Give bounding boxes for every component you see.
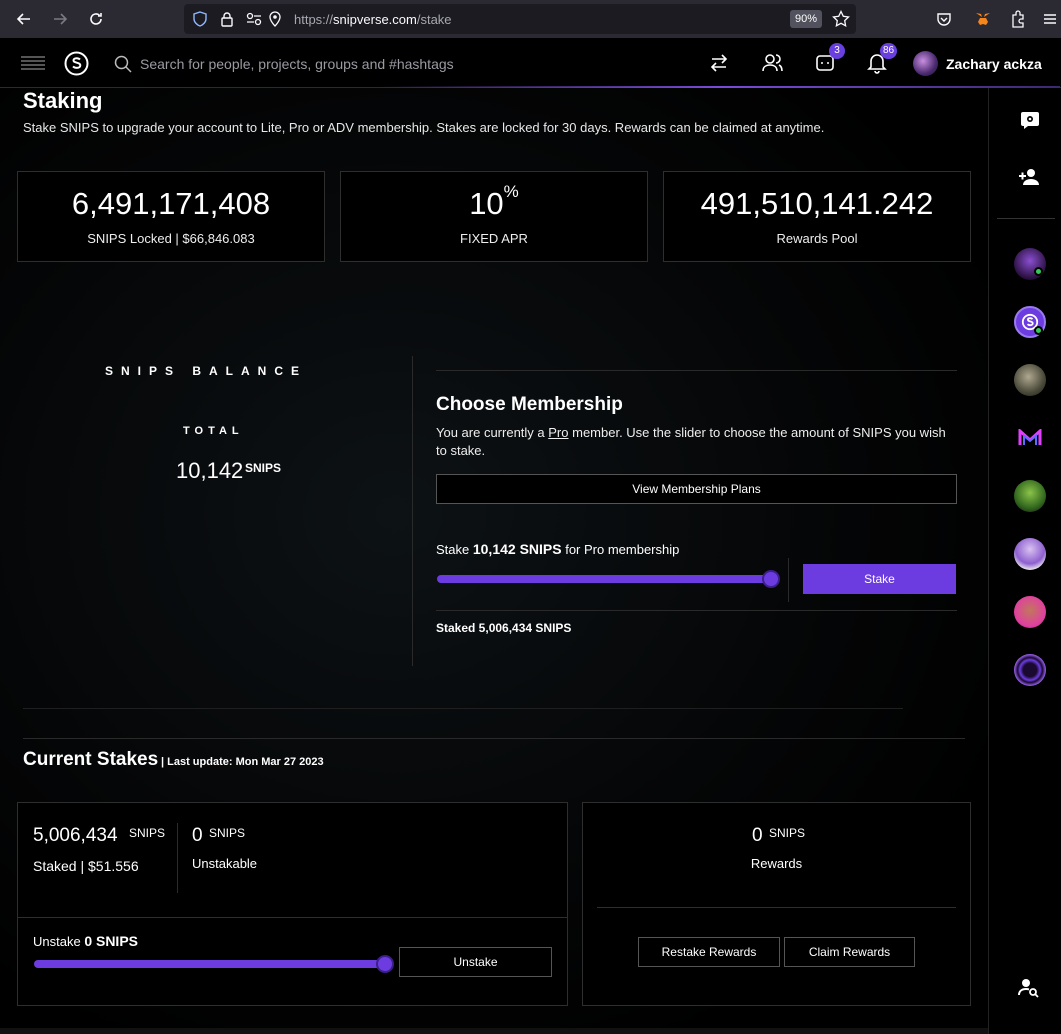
balance-total-label: TOTAL — [183, 425, 244, 437]
rewards-unit: SNIPS — [769, 826, 806, 840]
last-update: | Last update: Mon Mar 27 2023 — [161, 756, 324, 768]
next-section-peek — [0, 1028, 988, 1034]
divider — [412, 356, 413, 666]
metamask-icon[interactable] — [974, 10, 992, 28]
zoom-level[interactable]: 90% — [789, 10, 822, 28]
user-name[interactable]: Zachary ackza — [946, 56, 1042, 72]
divider — [436, 610, 957, 611]
browser-toolbar: https://snipverse.com/stake 90% — [0, 0, 1061, 38]
unstake-slider-track[interactable] — [34, 960, 385, 968]
search-input[interactable]: Search for people, projects, groups and … — [140, 56, 454, 72]
people-icon[interactable] — [761, 52, 783, 74]
membership-title: Choose Membership — [436, 394, 623, 415]
contact-avatar[interactable] — [1014, 596, 1046, 628]
stat-value: 6,491,171,408 — [71, 186, 271, 221]
hamburger-icon[interactable] — [21, 56, 45, 70]
current-stakes-title: Current Stakes — [23, 749, 159, 770]
messages-badge: 3 — [829, 43, 845, 59]
add-user-icon[interactable] — [1018, 168, 1042, 186]
divider — [177, 823, 178, 893]
stat-label: FIXED APR — [460, 231, 528, 246]
stat-card-apr: 10% FIXED APR — [340, 171, 648, 262]
staked-amount: Staked 5,006,434 SNIPS — [436, 621, 572, 635]
divider — [23, 738, 965, 739]
staked-value: 5,006,434 — [33, 825, 118, 846]
contact-avatar[interactable] — [1014, 248, 1046, 280]
main-content: Staking Stake SNIPS to upgrade your acco… — [0, 88, 988, 1034]
stat-value: 491,510,141.242 — [700, 186, 934, 221]
contact-avatar[interactable] — [1014, 364, 1046, 396]
contact-avatar[interactable] — [1014, 654, 1046, 686]
page-subtitle: Stake SNIPS to upgrade your account to L… — [23, 120, 825, 135]
divider — [597, 907, 956, 908]
reload-icon[interactable] — [84, 7, 108, 31]
stake-slider-knob[interactable] — [762, 570, 780, 588]
chat-settings-icon[interactable] — [1020, 110, 1040, 130]
notifications-badge: 86 — [880, 43, 898, 59]
contact-avatar[interactable] — [1014, 538, 1046, 570]
url-text: https://snipverse.com/stake — [294, 12, 452, 27]
view-plans-button[interactable]: View Membership Plans — [436, 474, 957, 504]
unstakable-label: Unstakable — [192, 856, 258, 871]
unstake-button[interactable]: Unstake — [399, 947, 552, 977]
location-icon[interactable] — [268, 11, 282, 27]
balance-title: SNIPS BALANCE — [105, 364, 308, 378]
search-icon — [114, 55, 132, 73]
rewards-value: 0 — [752, 825, 763, 846]
extensions-icon[interactable] — [1010, 10, 1026, 28]
forward-icon[interactable] — [48, 7, 72, 31]
find-user-icon[interactable] — [1018, 978, 1040, 998]
online-indicator — [1034, 326, 1043, 335]
page-title: Staking — [23, 88, 103, 113]
contact-avatar[interactable] — [1014, 480, 1046, 512]
stake-amount-line: Stake 10,142 SNIPS for Pro membership — [436, 541, 680, 557]
lock-icon[interactable] — [220, 11, 234, 27]
permissions-icon[interactable] — [246, 12, 262, 26]
stake-slider-track[interactable] — [437, 575, 771, 583]
address-bar[interactable]: https://snipverse.com/stake 90% — [184, 4, 856, 34]
snipverse-logo-icon[interactable] — [64, 51, 89, 76]
user-avatar[interactable] — [913, 51, 938, 76]
restake-rewards-button[interactable]: Restake Rewards — [638, 937, 780, 967]
online-indicator — [1034, 267, 1043, 276]
stakes-card: 5,006,434 SNIPS Staked | $51.556 0 SNIPS… — [17, 802, 568, 1006]
divider — [997, 218, 1055, 219]
pro-link[interactable]: Pro — [548, 425, 568, 440]
divider — [18, 917, 567, 918]
app-header: Search for people, projects, groups and … — [0, 38, 1061, 88]
unstakable-value: 0 — [192, 825, 203, 846]
membership-description: You are currently a Pro member. Use the … — [436, 425, 946, 458]
stat-card-rewards-pool: 491,510,141.242 Rewards Pool — [663, 171, 971, 262]
unstake-slider[interactable] — [34, 955, 394, 973]
unstake-amount-line: Unstake 0 SNIPS — [33, 933, 139, 949]
stake-button[interactable]: Stake — [803, 564, 956, 594]
back-icon[interactable] — [12, 7, 36, 31]
rewards-label: Rewards — [750, 856, 803, 871]
divider — [23, 708, 903, 709]
stat-label: Rewards Pool — [776, 231, 858, 246]
m-logo-icon — [1018, 429, 1042, 445]
stake-slider[interactable] — [437, 570, 780, 588]
divider — [788, 558, 789, 602]
divider — [436, 370, 957, 371]
staked-unit: SNIPS — [129, 826, 166, 840]
rewards-card: 0 SNIPS Rewards Restake Rewards Claim Re… — [582, 802, 971, 1006]
balance-total-value: 10,142 — [176, 458, 244, 483]
stat-value: 10% — [469, 182, 519, 221]
tracking-shield-icon[interactable] — [192, 11, 208, 27]
bookmark-star-icon[interactable] — [832, 10, 850, 28]
balance-unit: SNIPS — [245, 461, 282, 475]
stat-label: SNIPS Locked | $66,846.083 — [87, 231, 255, 246]
menu-icon[interactable] — [1043, 12, 1057, 26]
stat-card-locked: 6,491,171,408 SNIPS Locked | $66,846.083 — [17, 171, 325, 262]
claim-rewards-button[interactable]: Claim Rewards — [784, 937, 915, 967]
unstakable-unit: SNIPS — [209, 826, 246, 840]
swap-icon[interactable] — [709, 53, 729, 73]
staked-label: Staked | $51.556 — [33, 858, 139, 874]
unstake-slider-knob[interactable] — [376, 955, 394, 973]
pocket-icon[interactable] — [936, 11, 952, 27]
